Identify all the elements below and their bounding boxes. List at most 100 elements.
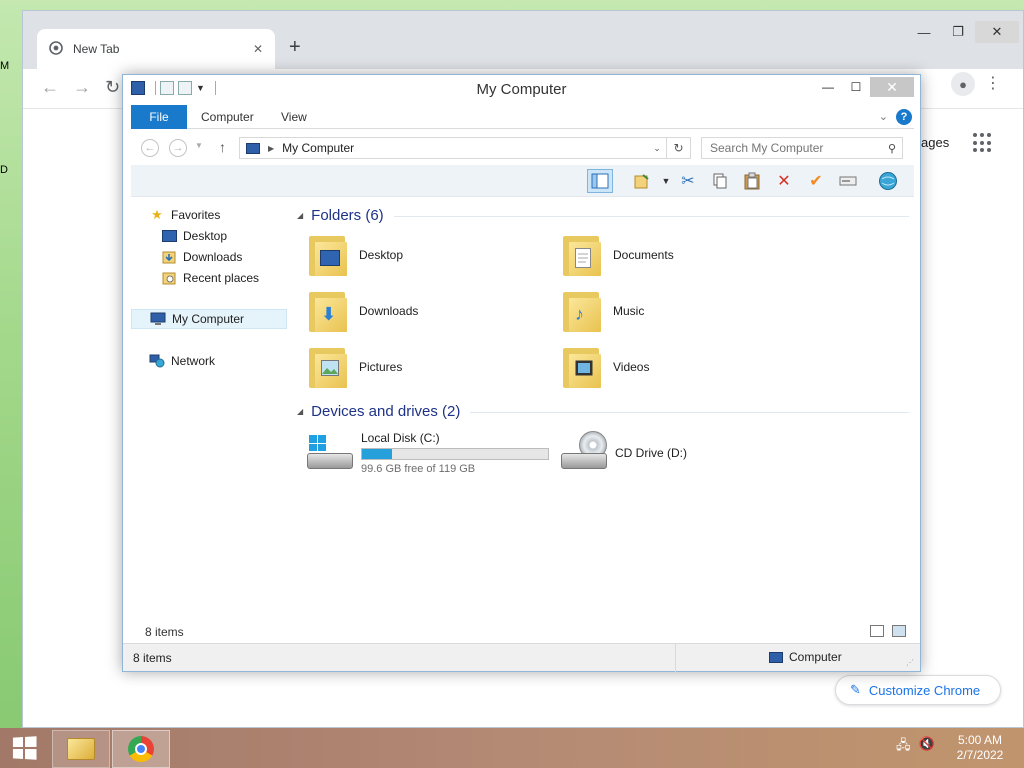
drive-tile-cd[interactable]: CD Drive (D:): [561, 425, 687, 481]
profile-icon[interactable]: ●: [951, 72, 975, 96]
status-location-label: Computer: [789, 650, 842, 664]
restore-icon[interactable]: ❐: [941, 21, 975, 43]
computer-icon: [769, 651, 783, 663]
nav-favorites[interactable]: ★ Favorites: [149, 205, 305, 225]
details-view-icon[interactable]: [870, 625, 884, 637]
large-icons-view-icon[interactable]: [892, 625, 906, 637]
desktop-icon-fragment[interactable]: M: [0, 60, 9, 72]
ribbon-tabs: File Computer View ⌄ ?: [131, 105, 914, 129]
close-tab-icon[interactable]: ✕: [253, 42, 263, 56]
properties-icon[interactable]: [629, 169, 655, 193]
window-title: My Computer: [476, 81, 567, 98]
content-footer: 8 items: [131, 621, 914, 643]
rename-check-icon[interactable]: ✔: [803, 169, 829, 193]
chrome-window-controls: — ❐ ✕: [907, 21, 1019, 43]
explorer-window: ▼ My Computer — ☐ ✕ File Computer View ⌄…: [122, 74, 921, 672]
network-tray-icon[interactable]: 🖧: [896, 736, 911, 758]
folder-name: Downloads: [359, 304, 419, 318]
apps-grid-icon[interactable]: [973, 133, 993, 153]
cut-icon[interactable]: ✂: [675, 169, 701, 193]
collapse-triangle-icon[interactable]: ◢: [297, 211, 303, 220]
folder-tile-music[interactable]: ♪ Music: [561, 285, 811, 337]
folders-group-header[interactable]: ◢ Folders (6): [297, 205, 909, 225]
delete-icon[interactable]: ✕: [771, 169, 797, 193]
images-link[interactable]: ages: [921, 135, 949, 150]
desktop-icon-fragment[interactable]: D: [0, 164, 8, 176]
taskbar-file-explorer[interactable]: [52, 730, 110, 768]
tab-file[interactable]: File: [131, 105, 187, 129]
content-pane: ◢ Folders (6) Desktop Documents ⬇ Downlo…: [293, 201, 913, 621]
windows-logo-icon: [12, 736, 37, 760]
back-icon[interactable]: ←: [141, 139, 159, 157]
forward-icon[interactable]: →: [73, 77, 91, 98]
drive-tile-local-disk[interactable]: Local Disk (C:) 99.6 GB free of 119 GB: [307, 425, 549, 481]
tab-computer[interactable]: Computer: [187, 105, 268, 129]
group-title: Devices and drives (2): [311, 402, 461, 420]
copy-icon[interactable]: [707, 169, 733, 193]
chrome-tab-strip: New Tab ✕ + — ❐ ✕: [23, 11, 1023, 69]
recent-locations-icon[interactable]: ▼: [195, 141, 203, 150]
clock[interactable]: 5:00 AM 2/7/2022: [948, 733, 1012, 763]
network-icon: [149, 354, 165, 368]
tab-view[interactable]: View: [267, 105, 321, 129]
devices-group-header[interactable]: ◢ Devices and drives (2): [297, 401, 909, 421]
nav-network[interactable]: Network: [149, 351, 305, 371]
navigation-pane: ★ Favorites Desktop Downloads Recent pla…: [131, 201, 289, 621]
explorer-window-controls: — ☐ ✕: [814, 77, 914, 97]
kebab-menu-icon[interactable]: ⋮: [985, 73, 1001, 93]
folder-name: Pictures: [359, 360, 403, 374]
refresh-icon[interactable]: ↻: [666, 138, 690, 158]
breadcrumb[interactable]: My Computer: [282, 141, 648, 155]
reload-icon[interactable]: ↻: [105, 77, 120, 98]
help-icon[interactable]: ?: [896, 109, 912, 125]
nav-label: Favorites: [171, 208, 221, 222]
clock-time: 5:00 AM: [957, 733, 1003, 747]
close-window-icon[interactable]: ✕: [870, 77, 914, 97]
expand-ribbon-icon[interactable]: ⌄: [879, 110, 888, 123]
downloads-folder-icon: ⬇: [307, 288, 351, 334]
explorer-title-bar[interactable]: ▼ My Computer — ☐ ✕: [123, 75, 920, 105]
folder-tile-desktop[interactable]: Desktop: [307, 229, 557, 281]
start-button[interactable]: [0, 728, 48, 768]
nav-my-computer[interactable]: My Computer: [131, 309, 287, 329]
drive-name: Local Disk (C:): [361, 431, 440, 445]
breadcrumb-arrow-icon[interactable]: ▶: [268, 144, 274, 153]
volume-muted-icon[interactable]: 🔇: [919, 736, 935, 758]
system-tray: 🖧 🔇: [896, 736, 935, 758]
chrome-icon: [128, 736, 154, 762]
close-window-icon[interactable]: ✕: [975, 21, 1019, 43]
minimize-icon[interactable]: —: [907, 21, 941, 43]
resize-grip-icon[interactable]: ⋰: [906, 658, 914, 667]
back-icon[interactable]: ←: [41, 77, 59, 98]
drive-usage-bar: [361, 448, 549, 460]
search-input[interactable]: [710, 141, 888, 155]
preview-pane-icon[interactable]: [587, 169, 613, 193]
address-row: ← → ▼ ↑ ▶ My Computer ⌄ ↻ ⚲: [131, 133, 914, 163]
address-dropdown-icon[interactable]: ⌄: [648, 143, 666, 154]
star-icon: ★: [151, 207, 163, 222]
folder-tile-videos[interactable]: Videos: [561, 341, 811, 393]
chrome-tab[interactable]: New Tab ✕: [37, 29, 275, 69]
customize-chrome-button[interactable]: ✎ Customize Chrome: [835, 675, 1001, 705]
folder-tile-documents[interactable]: Documents: [561, 229, 811, 281]
folder-tile-pictures[interactable]: Pictures: [307, 341, 557, 393]
up-icon[interactable]: ↑: [219, 139, 226, 155]
maximize-icon[interactable]: ☐: [842, 77, 870, 97]
nav-label: Desktop: [183, 229, 228, 243]
file-explorer-icon: [67, 738, 95, 760]
network-globe-icon[interactable]: [875, 169, 901, 193]
nav-label: Recent places: [183, 271, 260, 285]
minimize-icon[interactable]: —: [814, 77, 842, 97]
map-drive-icon[interactable]: [835, 169, 861, 193]
forward-icon[interactable]: →: [169, 139, 187, 157]
new-tab-button[interactable]: +: [289, 35, 301, 59]
paste-icon[interactable]: [739, 169, 765, 193]
nav-label: Downloads: [183, 250, 243, 264]
collapse-triangle-icon[interactable]: ◢: [297, 407, 303, 416]
computer-icon: [246, 142, 260, 154]
folder-tile-downloads[interactable]: ⬇ Downloads: [307, 285, 557, 337]
search-box[interactable]: ⚲: [701, 137, 903, 159]
address-bar[interactable]: ▶ My Computer ⌄ ↻: [239, 137, 691, 159]
search-icon[interactable]: ⚲: [888, 142, 896, 155]
taskbar-chrome[interactable]: [112, 730, 170, 768]
